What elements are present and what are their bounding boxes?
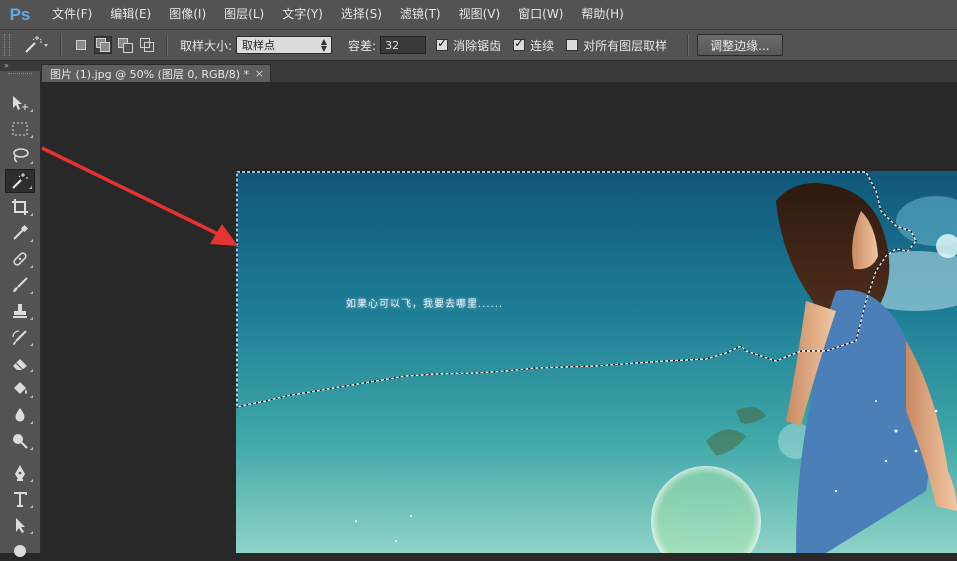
anti-alias-checkbox[interactable] bbox=[436, 36, 449, 51]
sample-all-layers-label: 对所有图层取样 bbox=[583, 38, 668, 53]
collapse-panels-icon[interactable]: » bbox=[4, 61, 9, 71]
magic-wand-tool[interactable] bbox=[5, 169, 35, 193]
move-icon bbox=[13, 96, 28, 110]
path-selection-tool[interactable] bbox=[5, 513, 35, 537]
eyedropper-icon bbox=[13, 224, 29, 240]
menu-image[interactable]: 图像(I) bbox=[160, 0, 215, 29]
lasso-icon bbox=[13, 148, 29, 163]
clone-stamp-tool[interactable] bbox=[5, 299, 35, 323]
tolerance-label: 容差: bbox=[348, 38, 377, 53]
menu-view[interactable]: 视图(V) bbox=[450, 0, 510, 29]
new-selection-button[interactable] bbox=[72, 36, 90, 54]
subtract-from-selection-button[interactable] bbox=[116, 36, 134, 54]
lasso-tool[interactable] bbox=[5, 143, 35, 167]
add-to-selection-button[interactable] bbox=[94, 36, 112, 54]
move-tool[interactable] bbox=[5, 91, 35, 115]
tool-preset-picker[interactable] bbox=[20, 34, 52, 56]
separator bbox=[166, 34, 168, 56]
document-tab-bar: 图片 (1).jpg @ 50% (图层 0, RGB/8) * × bbox=[40, 64, 957, 82]
photoshop-logo: Ps bbox=[9, 4, 31, 24]
type-icon bbox=[14, 492, 27, 507]
pen-tool[interactable] bbox=[5, 461, 35, 485]
menu-window[interactable]: 窗口(W) bbox=[509, 0, 572, 29]
healing-brush-icon bbox=[13, 252, 27, 266]
refine-edge-button[interactable]: 调整边缘... bbox=[697, 34, 783, 56]
history-brush-icon bbox=[12, 330, 27, 345]
sample-size-value: 取样点 bbox=[242, 39, 276, 52]
options-bar: 取样大小: 取样点 ▲▼ 容差: 32 消除锯齿 连续 对所有图层取样 调整边缘… bbox=[0, 30, 957, 61]
document-image[interactable] bbox=[236, 171, 957, 553]
anti-alias-label: 消除锯齿 bbox=[453, 38, 502, 53]
shape-tool[interactable] bbox=[5, 537, 35, 561]
eraser-icon bbox=[13, 359, 27, 371]
tolerance-input[interactable]: 32 bbox=[380, 36, 427, 54]
menu-select[interactable]: 选择(S) bbox=[332, 0, 391, 29]
document-workspace[interactable]: 如果心可以飞，我要去哪里...... bbox=[41, 82, 957, 553]
blur-icon bbox=[15, 408, 25, 422]
marquee-icon bbox=[12, 122, 28, 136]
brush-icon bbox=[13, 277, 28, 292]
document-tab-title: 图片 (1).jpg @ 50% (图层 0, RGB/8) * bbox=[50, 67, 250, 81]
menu-help[interactable]: 帮助(H) bbox=[572, 0, 632, 29]
eyedropper-tool[interactable] bbox=[5, 221, 35, 245]
history-brush-tool[interactable] bbox=[5, 325, 35, 349]
contiguous-label: 连续 bbox=[530, 38, 555, 53]
path-selection-icon bbox=[16, 518, 25, 533]
document-tab[interactable]: 图片 (1).jpg @ 50% (图层 0, RGB/8) * × bbox=[41, 64, 271, 82]
paint-bucket-icon bbox=[14, 382, 27, 394]
magic-wand-icon bbox=[25, 36, 48, 53]
crop-icon bbox=[12, 199, 28, 215]
type-tool[interactable] bbox=[5, 487, 35, 511]
dodge-tool[interactable] bbox=[5, 429, 35, 453]
paint-bucket-tool[interactable] bbox=[5, 377, 35, 401]
tools-panel bbox=[0, 71, 41, 557]
options-bar-grip[interactable] bbox=[4, 34, 10, 56]
intersect-selection-button[interactable] bbox=[138, 36, 156, 54]
eraser-tool[interactable] bbox=[5, 351, 35, 375]
menu-file[interactable]: 文件(F) bbox=[43, 0, 101, 29]
menu-edit[interactable]: 编辑(E) bbox=[101, 0, 160, 29]
dodge-icon bbox=[13, 434, 28, 449]
blur-tool[interactable] bbox=[5, 403, 35, 427]
close-tab-icon[interactable]: × bbox=[255, 65, 264, 82]
menu-layer[interactable]: 图层(L) bbox=[215, 0, 273, 29]
brush-tool[interactable] bbox=[5, 273, 35, 297]
clone-stamp-icon bbox=[13, 304, 27, 318]
contiguous-checkbox[interactable] bbox=[513, 36, 526, 51]
image-caption-text: 如果心可以飞，我要去哪里...... bbox=[346, 299, 504, 310]
select-arrows-icon: ▲ ▼ bbox=[320, 37, 328, 53]
pen-icon bbox=[15, 465, 25, 481]
marquee-tool[interactable] bbox=[5, 117, 35, 141]
magic-wand-icon bbox=[12, 173, 28, 189]
menu-type[interactable]: 文字(Y) bbox=[273, 0, 332, 29]
sample-size-label: 取样大小: bbox=[180, 38, 233, 53]
menu-filter[interactable]: 滤镜(T) bbox=[391, 0, 450, 29]
shape-icon bbox=[14, 545, 26, 557]
healing-brush-tool[interactable] bbox=[5, 247, 35, 271]
sample-all-layers-checkbox[interactable] bbox=[566, 39, 579, 51]
crop-tool[interactable] bbox=[5, 195, 35, 219]
separator bbox=[687, 34, 690, 56]
separator bbox=[60, 34, 62, 56]
tools-panel-grip[interactable] bbox=[8, 73, 32, 77]
sample-size-select[interactable]: 取样点 ▲ ▼ bbox=[236, 36, 333, 54]
menu-bar: Ps 文件(F) 编辑(E) 图像(I) 图层(L) 文字(Y) 选择(S) 滤… bbox=[0, 0, 957, 30]
